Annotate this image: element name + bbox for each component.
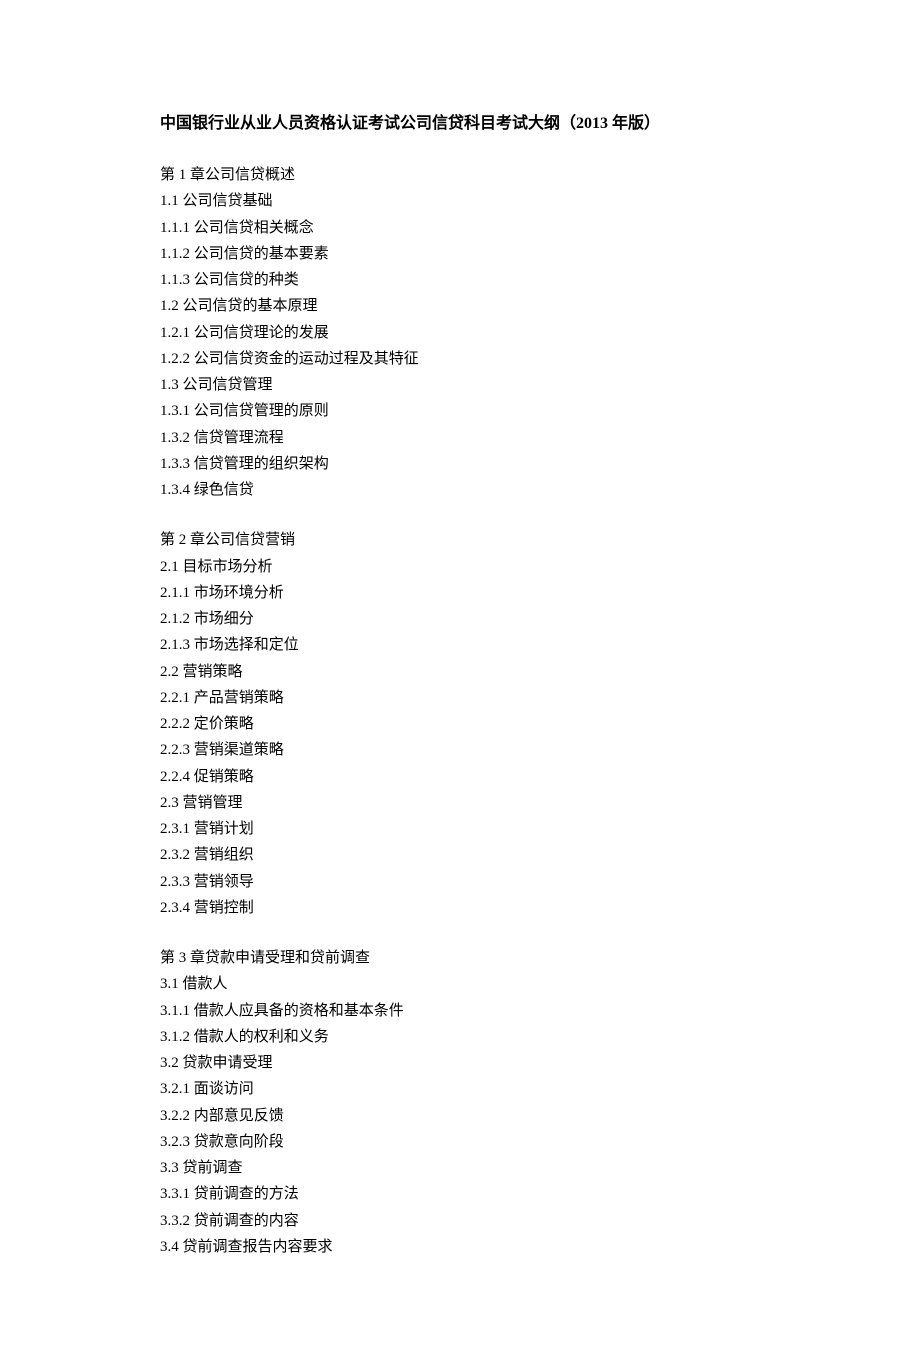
outline-line: 2.3.2 营销组织 <box>160 842 765 868</box>
outline-line: 2.1 目标市场分析 <box>160 554 765 580</box>
outline-line: 1.1.1 公司信贷相关概念 <box>160 215 765 241</box>
outline-line: 3.3.2 贷前调查的内容 <box>160 1208 765 1234</box>
outline-line: 1.3.2 信贷管理流程 <box>160 425 765 451</box>
outline-line: 2.2.2 定价策略 <box>160 711 765 737</box>
outline-line: 3.2.3 贷款意向阶段 <box>160 1129 765 1155</box>
section-gap <box>160 921 765 945</box>
outline-line: 2.2 营销策略 <box>160 659 765 685</box>
outline-line: 3.1 借款人 <box>160 971 765 997</box>
section-gap <box>160 503 765 527</box>
outline-line: 1.3.4 绿色信贷 <box>160 477 765 503</box>
outline-line: 2.3.1 营销计划 <box>160 816 765 842</box>
outline-line: 1.3.1 公司信贷管理的原则 <box>160 398 765 424</box>
outline-line: 3.1.2 借款人的权利和义务 <box>160 1024 765 1050</box>
outline-line: 3.3 贷前调查 <box>160 1155 765 1181</box>
outline-line: 1.1.3 公司信贷的种类 <box>160 267 765 293</box>
outline-line: 3.1.1 借款人应具备的资格和基本条件 <box>160 998 765 1024</box>
outline-line: 第 3 章贷款申请受理和贷前调查 <box>160 945 765 971</box>
outline-line: 3.2 贷款申请受理 <box>160 1050 765 1076</box>
outline-line: 1.2 公司信贷的基本原理 <box>160 293 765 319</box>
document-title: 中国银行业从业人员资格认证考试公司信贷科目考试大纲（2013 年版） <box>160 110 765 138</box>
outline-line: 2.3.3 营销领导 <box>160 869 765 895</box>
document-page: 中国银行业从业人员资格认证考试公司信贷科目考试大纲（2013 年版） 第 1 章… <box>0 0 920 1360</box>
outline-line: 1.1 公司信贷基础 <box>160 188 765 214</box>
outline-line: 2.2.1 产品营销策略 <box>160 685 765 711</box>
outline-content: 第 1 章公司信贷概述1.1 公司信贷基础1.1.1 公司信贷相关概念1.1.2… <box>160 162 765 1260</box>
outline-line: 2.3.4 营销控制 <box>160 895 765 921</box>
outline-line: 1.2.1 公司信贷理论的发展 <box>160 320 765 346</box>
outline-line: 2.3 营销管理 <box>160 790 765 816</box>
outline-line: 3.3.1 贷前调查的方法 <box>160 1181 765 1207</box>
outline-line: 第 1 章公司信贷概述 <box>160 162 765 188</box>
outline-line: 1.2.2 公司信贷资金的运动过程及其特征 <box>160 346 765 372</box>
outline-line: 1.3.3 信贷管理的组织架构 <box>160 451 765 477</box>
outline-line: 2.2.3 营销渠道策略 <box>160 737 765 763</box>
outline-line: 1.1.2 公司信贷的基本要素 <box>160 241 765 267</box>
outline-line: 2.2.4 促销策略 <box>160 764 765 790</box>
outline-line: 2.1.3 市场选择和定位 <box>160 632 765 658</box>
outline-line: 2.1.2 市场细分 <box>160 606 765 632</box>
outline-line: 2.1.1 市场环境分析 <box>160 580 765 606</box>
outline-line: 3.2.2 内部意见反馈 <box>160 1103 765 1129</box>
outline-line: 第 2 章公司信贷营销 <box>160 527 765 553</box>
outline-line: 3.4 贷前调查报告内容要求 <box>160 1234 765 1260</box>
outline-line: 1.3 公司信贷管理 <box>160 372 765 398</box>
outline-line: 3.2.1 面谈访问 <box>160 1076 765 1102</box>
